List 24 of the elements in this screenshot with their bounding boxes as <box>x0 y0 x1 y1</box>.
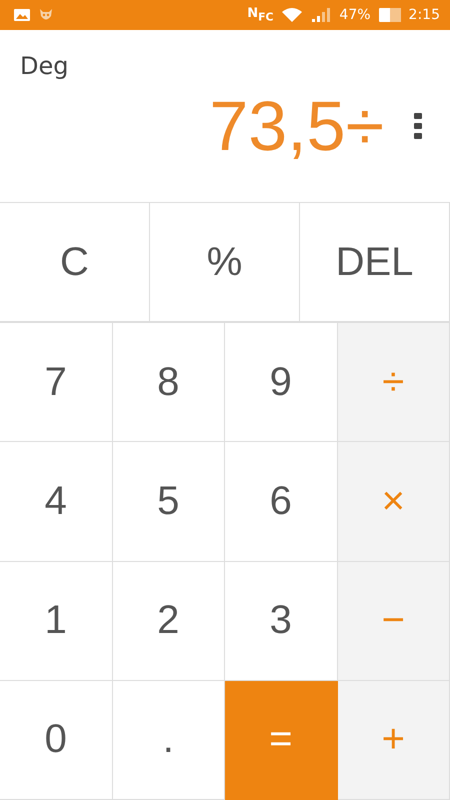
gallery-icon <box>14 9 30 21</box>
digit-key[interactable]: 1 <box>0 562 112 681</box>
clock: 2:15 <box>408 7 440 23</box>
digit-key[interactable]: 0 <box>0 680 112 800</box>
nfc-icon: N$_{FC}$ <box>247 6 274 24</box>
digit-key[interactable]: 8 <box>112 323 225 442</box>
digit-key[interactable]: 6 <box>225 442 338 562</box>
digit-key[interactable]: 4 <box>0 442 112 562</box>
digit-key[interactable]: 5 <box>112 442 225 562</box>
digit-key[interactable]: . <box>112 680 225 800</box>
function-key[interactable]: DEL <box>300 203 450 322</box>
expression: 73,5÷ <box>209 86 384 166</box>
function-key[interactable]: C <box>0 203 150 322</box>
more-icon[interactable] <box>414 113 422 139</box>
battery-percentage: 47% <box>339 7 371 23</box>
digit-key[interactable]: 7 <box>0 323 112 442</box>
digit-key[interactable]: 2 <box>112 562 225 681</box>
digit-key[interactable]: 9 <box>225 323 338 442</box>
function-key[interactable]: % <box>150 203 300 322</box>
angle-mode: Deg <box>20 52 68 80</box>
battery-icon <box>378 8 401 22</box>
wifi-icon <box>281 7 304 23</box>
digit-key[interactable]: 3 <box>225 562 338 681</box>
signal-icon <box>311 8 332 22</box>
